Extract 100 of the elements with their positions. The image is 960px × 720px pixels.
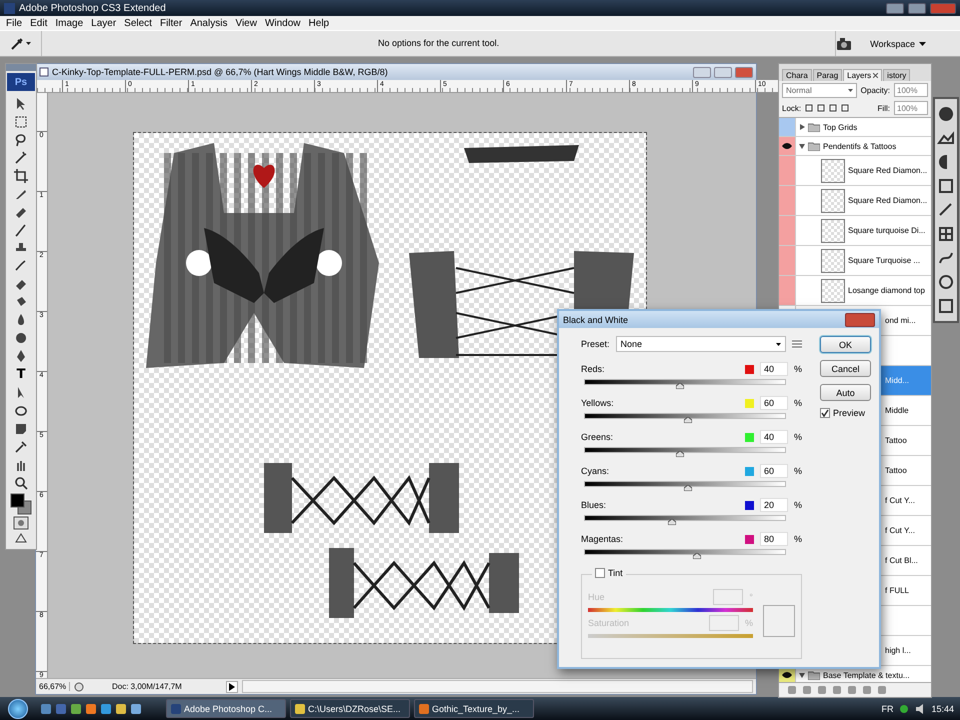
dialog-button[interactable]: Cancel	[820, 360, 871, 377]
panel-tab[interactable]: istory	[883, 69, 910, 81]
close-button[interactable]	[735, 66, 753, 78]
slider-thumb[interactable]	[684, 485, 692, 491]
landscape-icon[interactable]	[937, 129, 955, 147]
percent-field[interactable]: 60	[760, 464, 788, 478]
menu-item[interactable]: Window	[260, 18, 305, 28]
layer-name: f Cut Bl...	[885, 556, 918, 565]
menu-item[interactable]: Select	[120, 18, 156, 28]
menu-item[interactable]: Layer	[87, 18, 120, 28]
color-swatches-icon[interactable]	[10, 493, 32, 515]
unit-label: %	[794, 534, 802, 544]
tint-checkbox[interactable]	[595, 568, 605, 578]
panel-tab[interactable]: Parag	[812, 69, 842, 81]
layer-name: f FULL	[885, 586, 910, 595]
dialog-button[interactable]: Auto	[820, 384, 871, 401]
layer-row[interactable]: Square turquoise Di...	[779, 216, 931, 246]
language-indicator[interactable]: FR	[881, 704, 894, 714]
layer-name: Top Grids	[823, 122, 858, 132]
type-tool[interactable]: T	[16, 366, 26, 384]
hue-label: Hue	[588, 592, 605, 602]
layer-thumbnail	[821, 188, 845, 212]
taskbar-button[interactable]: C:\Users\DZRose\SE...	[290, 699, 410, 718]
close-button[interactable]	[845, 312, 875, 326]
fill-field[interactable]: 100%	[894, 101, 928, 115]
percent-field[interactable]: 40	[760, 362, 788, 376]
preset-options-icon[interactable]	[792, 340, 802, 348]
hue-field[interactable]	[713, 589, 744, 605]
close-button[interactable]	[930, 2, 956, 14]
eyedropper-icon	[10, 36, 24, 50]
slider-label: Greens:	[581, 432, 614, 442]
taskbar-button[interactable]: Adobe Photoshop C...	[166, 699, 286, 718]
workspace-menu[interactable]: Workspace	[870, 38, 926, 48]
layer-row[interactable]: Losange diamond top	[779, 276, 931, 306]
preview-checkbox[interactable]	[820, 408, 830, 418]
dialog-title: Black and White	[563, 314, 628, 324]
menu-item[interactable]: File	[2, 18, 26, 28]
layer-name: Midd...	[885, 376, 910, 385]
preset-dropdown[interactable]: None	[616, 336, 786, 352]
magnifier-icon[interactable]	[13, 475, 29, 492]
layer-row[interactable]: Pendentifs & Tattoos	[779, 137, 931, 156]
opacity-field[interactable]: 100%	[894, 83, 928, 97]
layer-name: Middle	[885, 406, 909, 415]
start-button[interactable]	[8, 698, 28, 718]
minimize-button[interactable]	[886, 2, 904, 14]
speaker-icon[interactable]	[915, 704, 926, 714]
percent-field[interactable]: 20	[760, 498, 788, 512]
zoom-level: 66,67%	[36, 682, 70, 691]
layer-row[interactable]: Top Grids	[779, 118, 931, 137]
percent-field[interactable]: 60	[760, 396, 788, 410]
menu-item[interactable]: Help	[304, 18, 334, 28]
dialog-button[interactable]: OK	[820, 336, 871, 353]
layer-name: ond mi...	[885, 316, 916, 325]
panel-tab[interactable]: Chara	[782, 69, 812, 81]
layer-name: Losange diamond top	[848, 286, 925, 295]
clock-time: 15:44	[931, 704, 954, 714]
maximize-button[interactable]	[908, 2, 926, 14]
saturation-field[interactable]	[708, 615, 739, 631]
layer-thumbnail	[821, 248, 845, 272]
restore-button[interactable]	[714, 66, 732, 78]
ps-logo[interactable]: Ps	[7, 73, 35, 91]
unit-label: %	[794, 466, 802, 476]
panel-tab[interactable]: Layers	[843, 69, 882, 81]
disclosure-triangle-icon[interactable]	[799, 124, 805, 130]
taskbar-button[interactable]: Gothic_Texture_by_...	[414, 699, 534, 718]
slider-thumb[interactable]	[668, 519, 676, 525]
disclosure-triangle-icon[interactable]	[799, 672, 805, 678]
layer-row[interactable]: Square Turquoise ...	[779, 246, 931, 276]
minimize-button[interactable]	[693, 66, 711, 78]
slider-thumb[interactable]	[693, 553, 701, 559]
slider-thumb[interactable]	[676, 383, 684, 389]
blend-mode-dropdown[interactable]: Normal	[782, 82, 857, 98]
menu-item[interactable]: Image	[51, 18, 88, 28]
percent-field[interactable]: 80	[760, 532, 788, 546]
network-icon[interactable]	[899, 704, 910, 714]
status-menu-button[interactable]	[226, 680, 238, 692]
layer-name: Pendentifs & Tattoos	[823, 142, 896, 150]
slider-label: Cyans:	[581, 466, 610, 476]
layer-row[interactable]: Square Red Diamon...	[779, 186, 931, 216]
slider-thumb[interactable]	[676, 451, 684, 457]
slider-thumb[interactable]	[684, 417, 692, 423]
horizontal-scrollbar[interactable]	[242, 680, 753, 693]
crop-icon[interactable]	[13, 168, 29, 185]
grid-icon[interactable]	[937, 225, 955, 243]
menu-item[interactable]: Analysis	[186, 18, 232, 28]
menu-item[interactable]: View	[231, 18, 261, 28]
ring-icon[interactable]	[937, 273, 955, 291]
layer-name: Base Template & textu...	[823, 670, 910, 680]
menu-item[interactable]: Filter	[156, 18, 186, 28]
close-icon[interactable]	[873, 73, 878, 78]
layer-thumbnail	[821, 158, 845, 182]
percent-field[interactable]: 40	[760, 430, 788, 444]
unit-label: °	[749, 592, 753, 602]
menu-item[interactable]: Edit	[26, 18, 52, 28]
opacity-label: Opacity:	[860, 86, 890, 94]
disclosure-triangle-icon[interactable]	[799, 143, 805, 149]
layer-name: Tattoo	[885, 466, 907, 475]
layer-row[interactable]: Square Red Diamon...	[779, 156, 931, 186]
layer-name: Tattoo	[885, 436, 907, 445]
tint-label: Tint	[608, 568, 623, 578]
